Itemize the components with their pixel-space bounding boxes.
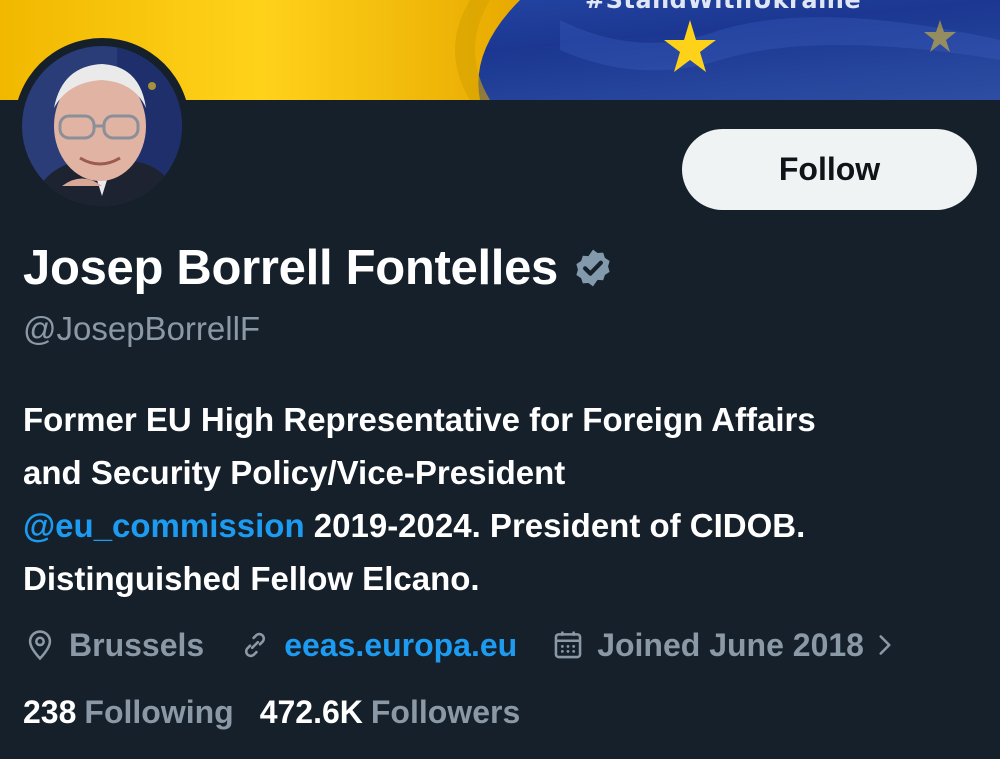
profile-meta: Brussels eeas.europa.eu Joined June 2018 xyxy=(23,620,898,670)
profile-name-row: Josep Borrell Fontelles xyxy=(23,240,614,296)
bio-line-4: Distinguished Fellow Elcano. xyxy=(23,560,480,597)
bio-line-3-text: 2019-2024. President of CIDOB. xyxy=(304,507,806,544)
display-name: Josep Borrell Fontelles xyxy=(23,241,558,295)
following-stat[interactable]: 238 Following xyxy=(23,694,234,731)
calendar-icon xyxy=(554,631,582,659)
avatar-photo xyxy=(22,46,182,206)
profile-bio: Former EU High Representative for Foreig… xyxy=(23,393,983,605)
followers-count: 472.6K xyxy=(259,694,363,730)
follow-button[interactable]: Follow xyxy=(682,129,977,210)
location-pin-icon xyxy=(28,630,52,661)
bio-line-1: Former EU High Representative for Foreig… xyxy=(23,401,816,438)
bio-line-2: and Security Policy/Vice-President xyxy=(23,454,566,491)
following-label: Following xyxy=(84,694,234,730)
avatar[interactable] xyxy=(22,46,182,206)
following-count: 238 xyxy=(23,694,77,730)
location-text: Brussels xyxy=(69,626,205,663)
joined-text: Joined June 2018 xyxy=(597,626,864,663)
profile-stats: 238 Following 472.6K Followers xyxy=(23,694,520,731)
banner-hashtag: #StandWithUkraine xyxy=(585,0,862,14)
followers-label: Followers xyxy=(370,694,521,730)
location-item: Brussels xyxy=(23,627,204,664)
verified-badge-icon[interactable] xyxy=(572,247,614,289)
website-link[interactable]: eeas.europa.eu xyxy=(284,627,517,664)
chevron-right-icon xyxy=(879,635,891,655)
followers-stat[interactable]: 472.6K Followers xyxy=(260,694,521,731)
bio-mention-link[interactable]: @eu_commission xyxy=(23,507,305,544)
joined-item[interactable]: Joined June 2018 xyxy=(551,627,898,664)
website-item[interactable]: eeas.europa.eu xyxy=(238,627,517,664)
profile-handle: @JosepBorrellF xyxy=(23,310,261,347)
bio-line-3: @eu_commission 2019-2024. President of C… xyxy=(23,499,983,552)
link-icon xyxy=(245,632,266,658)
